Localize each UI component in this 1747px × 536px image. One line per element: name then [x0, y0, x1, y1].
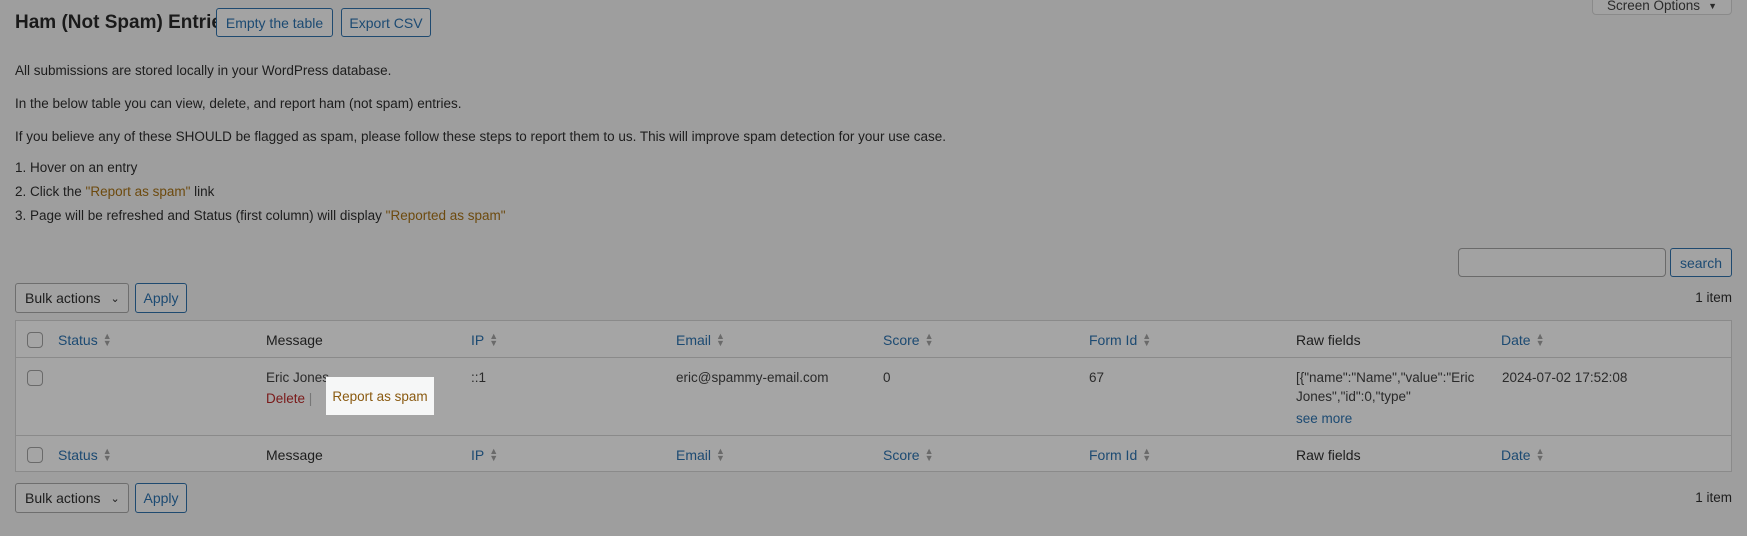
- export-csv-button[interactable]: Export CSV: [341, 8, 431, 37]
- column-ip[interactable]: IP ▲ ▼: [471, 321, 498, 358]
- score-cell: 0: [883, 370, 891, 385]
- sort-icon: ▲ ▼: [489, 445, 499, 463]
- column-raw-fields: Raw fields: [1296, 331, 1361, 348]
- search-input[interactable]: [1458, 248, 1666, 277]
- table-row: Eric Jones Delete | Report as spam ::1 e…: [16, 358, 1731, 435]
- bulk-actions-select-bottom[interactable]: Bulk actions ⌄: [15, 483, 129, 513]
- message-cell: Eric Jones: [266, 370, 330, 385]
- caret-down-icon: ▼: [1708, 0, 1717, 11]
- search-button[interactable]: search: [1670, 248, 1732, 277]
- column-raw-fields: Raw fields: [1296, 446, 1361, 463]
- step-3: 3. Page will be refreshed and Status (fi…: [15, 208, 506, 223]
- sort-icon: ▲ ▼: [716, 445, 725, 463]
- column-label: Form Id: [1089, 446, 1138, 463]
- see-more-link[interactable]: see more: [1296, 409, 1352, 429]
- intro-line-1: All submissions are stored locally in yo…: [15, 63, 392, 78]
- table-header: Status ▲ ▼ Message IP ▲ ▼ Email ▲ ▼ Score ▲ ▼ Fo…: [16, 321, 1731, 358]
- step-2: 2. Click the "Report as spam" link: [15, 184, 214, 199]
- report-as-spam-highlight: Report as spam: [326, 377, 434, 415]
- sort-icon: ▲ ▼: [716, 330, 725, 348]
- step-3-text: 3. Page will be refreshed and Status (fi…: [15, 208, 386, 223]
- column-email[interactable]: Email ▲ ▼: [676, 321, 725, 358]
- table-footer: Status ▲ ▼ Message IP ▲ ▼ Email ▲ ▼ Score ▲ ▼ Fo…: [16, 435, 1731, 472]
- apply-button-bottom[interactable]: Apply: [135, 483, 187, 513]
- date-cell: 2024-07-02 17:52:08: [1502, 370, 1628, 385]
- step-2-suffix: link: [190, 184, 215, 199]
- column-status[interactable]: Status ▲ ▼: [58, 321, 112, 358]
- column-message: Message: [266, 446, 323, 463]
- column-form-id[interactable]: Form Id ▲ ▼: [1089, 321, 1151, 358]
- bulk-actions-label: Bulk actions: [25, 490, 101, 506]
- column-label: Score: [883, 331, 920, 348]
- raw-fields-line-2: Jones","id":0,"type": [1296, 389, 1411, 404]
- page-title: Ham (Not Spam) Entries: [15, 12, 233, 33]
- empty-table-button[interactable]: Empty the table: [216, 8, 333, 37]
- column-label: Status: [58, 446, 98, 463]
- step-3-highlight: "Reported as spam": [385, 208, 506, 223]
- sort-icon: ▲ ▼: [102, 445, 112, 463]
- column-date[interactable]: Date ▲ ▼: [1501, 321, 1545, 358]
- column-label: Date: [1501, 446, 1531, 463]
- intro-line-3: If you believe any of these SHOULD be fl…: [15, 129, 946, 144]
- column-email[interactable]: Email ▲ ▼: [676, 436, 725, 473]
- column-score[interactable]: Score ▲ ▼: [883, 321, 934, 358]
- column-label: IP: [471, 446, 485, 463]
- apply-button-top[interactable]: Apply: [135, 283, 187, 313]
- step-2-highlight: "Report as spam": [85, 184, 191, 199]
- sort-icon: ▲ ▼: [1535, 445, 1545, 463]
- column-status[interactable]: Status ▲ ▼: [58, 436, 112, 473]
- column-score[interactable]: Score ▲ ▼: [883, 436, 934, 473]
- column-label: Date: [1501, 331, 1531, 348]
- screen-options-label: Screen Options: [1607, 0, 1701, 13]
- column-label: Email: [676, 446, 712, 463]
- column-label: Status: [58, 331, 98, 348]
- step-2-text: 2. Click the: [15, 184, 86, 199]
- column-form-id[interactable]: Form Id ▲ ▼: [1089, 436, 1151, 473]
- delete-link[interactable]: Delete: [266, 391, 305, 406]
- item-count-bottom: 1 item: [1695, 490, 1732, 505]
- bulk-actions-select-top[interactable]: Bulk actions ⌄: [15, 283, 129, 313]
- column-message: Message: [266, 331, 323, 348]
- entries-table: Status ▲ ▼ Message IP ▲ ▼ Email ▲ ▼ Score ▲ ▼ Fo…: [15, 320, 1732, 472]
- separator: |: [308, 391, 313, 406]
- sort-icon: ▲ ▼: [924, 445, 934, 463]
- item-count-top: 1 item: [1695, 290, 1732, 305]
- sort-icon: ▲ ▼: [1142, 330, 1152, 348]
- select-all-checkbox[interactable]: [27, 332, 43, 348]
- screen-options-button[interactable]: Screen Options ▼: [1592, 0, 1732, 15]
- row-checkbox[interactable]: [27, 370, 43, 386]
- select-all-checkbox-bottom[interactable]: [27, 447, 43, 463]
- chevron-down-icon: ⌄: [110, 492, 120, 505]
- column-label: IP: [471, 331, 485, 348]
- column-label: Form Id: [1089, 331, 1138, 348]
- intro-line-2: In the below table you can view, delete,…: [15, 96, 462, 111]
- chevron-down-icon: ⌄: [110, 292, 120, 305]
- column-date[interactable]: Date ▲ ▼: [1501, 436, 1545, 473]
- bulk-actions-label: Bulk actions: [25, 290, 101, 306]
- column-ip[interactable]: IP ▲ ▼: [471, 436, 498, 473]
- row-actions: Delete |: [266, 389, 312, 409]
- step-1: 1. Hover on an entry: [15, 160, 138, 175]
- report-as-spam-link[interactable]: Report as spam: [332, 389, 427, 404]
- column-label: Email: [676, 331, 712, 348]
- raw-fields-line-1: [{"name":"Name","value":"Eric: [1296, 370, 1475, 385]
- ip-cell: ::1: [471, 370, 487, 385]
- sort-icon: ▲ ▼: [1535, 330, 1545, 348]
- sort-icon: ▲ ▼: [1142, 445, 1152, 463]
- sort-icon: ▲ ▼: [489, 330, 499, 348]
- form-id-cell: 67: [1089, 370, 1105, 385]
- column-label: Score: [883, 446, 920, 463]
- sort-icon: ▲ ▼: [924, 330, 934, 348]
- sort-icon: ▲ ▼: [102, 330, 112, 348]
- email-cell: eric@spammy-email.com: [676, 370, 829, 385]
